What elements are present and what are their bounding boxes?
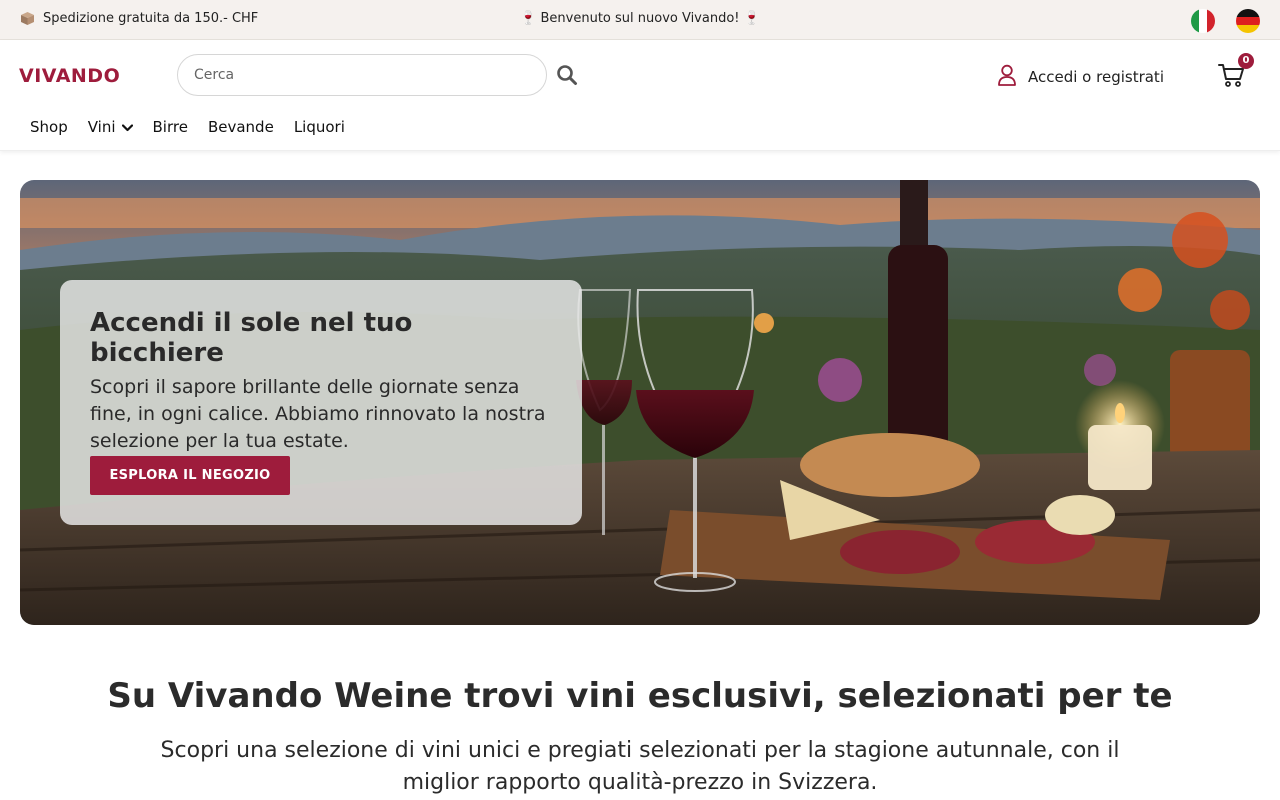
shipping-text: Spedizione gratuita da 150.- CHF: [43, 11, 259, 26]
site-header: VIVANDO Accedi o registrati 0 Shop Vini: [0, 40, 1280, 151]
main-nav: Shop Vini Birre Bevande Liquori: [30, 118, 345, 136]
explore-shop-button[interactable]: ESPLORA IL NEGOZIO: [90, 456, 290, 495]
intro-title: Su Vivando Weine trovi vini esclusivi, s…: [107, 676, 1173, 716]
account-label: Accedi o registrati: [1028, 68, 1164, 86]
nav-item-bevande[interactable]: Bevande: [208, 118, 274, 136]
nav-item-liquori[interactable]: Liquori: [294, 118, 345, 136]
nav-item-birre[interactable]: Birre: [153, 118, 188, 136]
hero-banner: Accendi il sole nel tuo bicchiere Scopri…: [20, 180, 1260, 625]
intro-text: Scopri una selezione di vini unici e pre…: [160, 738, 1120, 795]
login-register-link[interactable]: Accedi o registrati: [997, 64, 1164, 90]
user-icon: [997, 64, 1017, 90]
hero-card: Accendi il sole nel tuo bicchiere Scopri…: [60, 280, 582, 525]
package-icon: [20, 11, 35, 26]
nav-item-vini[interactable]: Vini: [88, 118, 133, 136]
nav-item-shop[interactable]: Shop: [30, 118, 68, 136]
search-input[interactable]: [177, 54, 547, 96]
nav-item-label: Vini: [87, 118, 116, 136]
hero-text: Scopri il sapore brillante delle giornat…: [90, 376, 546, 452]
italian-flag-icon[interactable]: [1191, 9, 1215, 33]
search-icon[interactable]: [556, 64, 578, 86]
top-info-bar: Spedizione gratuita da 150.- CHF 🍷 Benve…: [0, 0, 1280, 40]
vivando-logo[interactable]: VIVANDO: [19, 65, 120, 87]
german-flag-icon[interactable]: [1236, 9, 1260, 33]
cart-count-badge: 0: [1238, 53, 1254, 69]
shipping-info: Spedizione gratuita da 150.- CHF: [20, 11, 258, 26]
chevron-down-icon: [121, 118, 133, 136]
hero-title: Accendi il sole nel tuo bicchiere: [90, 308, 413, 368]
